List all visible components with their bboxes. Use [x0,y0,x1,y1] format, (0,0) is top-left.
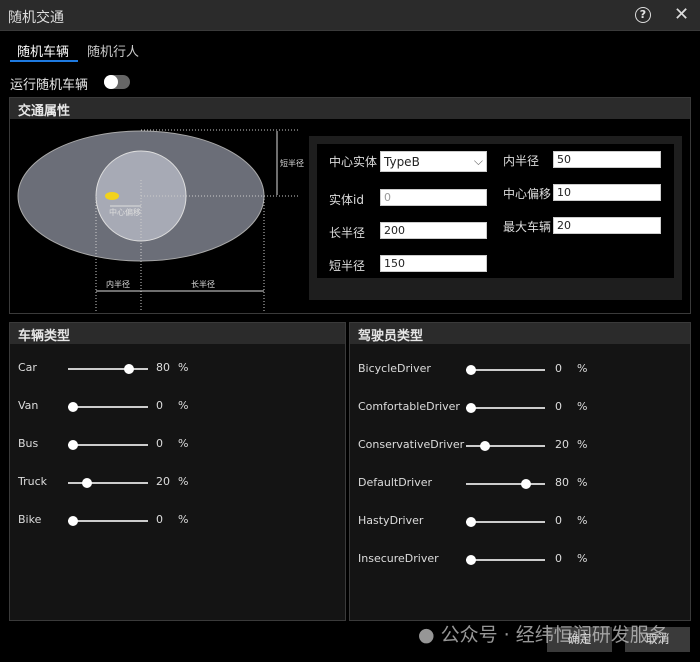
driver-bicycledriver-slider[interactable] [466,365,545,375]
watermark-text: 公众号 · 经纬恒润研发服务 [440,624,668,646]
driver-hastydriver-slider-thumb[interactable] [466,517,476,527]
watermark: ● 公众号 · 经纬恒润研发服务 [418,620,668,647]
title-bar [0,0,700,31]
chevron-down-icon: ⌵ [473,154,483,168]
driver-defaultdriver-unit: % [577,476,588,489]
wechat-icon: ● [418,624,435,646]
entity-id-input[interactable]: 0 [380,189,487,206]
vehicle-van-unit: % [178,399,189,412]
max-vehicles-label: 最大车辆 [503,220,552,234]
driver-comfortabledriver-slider-thumb[interactable] [466,403,476,413]
vehicle-bus-value: 0 [156,437,163,450]
vehicle-van-slider-thumb[interactable] [68,402,78,412]
driver-bicycledriver-unit: % [577,362,588,375]
short-radius-dim-label: 短半径 [280,159,304,168]
driver-insecuredriver-unit: % [577,552,588,565]
vehicle-bike-value: 0 [156,513,163,526]
long-radius-dim-label: 长半径 [191,280,215,289]
driver-bicycledriver-label: BicycleDriver [358,362,431,375]
driver-bicycledriver-value: 0 [555,362,562,375]
center-offset-input[interactable]: 10 [553,184,661,201]
active-tab-indicator [10,60,78,62]
vehicle-bus-unit: % [178,437,189,450]
center-offset-label: 中心偏移 [503,187,552,201]
vehicle-car-unit: % [178,361,189,374]
center-entity-select[interactable]: TypeB ⌵ [380,151,487,172]
short-radius-input[interactable]: 150 [380,255,487,272]
driver-comfortabledriver-unit: % [577,400,588,413]
vehicle-van-slider[interactable] [68,402,148,412]
run-random-vehicles-label: 运行随机车辆 [10,78,89,93]
driver-conservativedriver-value: 20 [555,438,569,451]
vehicle-truck-slider-thumb[interactable] [82,478,92,488]
vehicle-car-slider-thumb[interactable] [124,364,134,374]
driver-conservativedriver-slider[interactable] [466,441,545,451]
help-icon[interactable]: ? [635,7,651,23]
car-icon [105,192,119,200]
vehicle-truck-unit: % [178,475,189,488]
vehicle-bike-unit: % [178,513,189,526]
vehicle-bike-label: Bike [18,513,42,526]
inner-radius-dim-label: 内半径 [106,280,130,289]
close-icon[interactable]: ✕ [674,4,689,25]
driver-insecuredriver-label: InsecureDriver [358,552,439,565]
driver-hastydriver-label: HastyDriver [358,514,424,527]
vehicle-bike-slider[interactable] [68,516,148,526]
vehicle-truck-slider[interactable] [68,478,148,488]
vehicle-car-value: 80 [156,361,170,374]
long-radius-label: 长半径 [329,226,366,240]
driver-insecuredriver-slider[interactable] [466,555,545,565]
short-radius-label: 短半径 [329,259,366,273]
vehicle-car-label: Car [18,361,37,374]
vehicle-bike-slider-thumb[interactable] [68,516,78,526]
driver-defaultdriver-value: 80 [555,476,569,489]
inner-radius-input[interactable]: 50 [553,151,661,168]
driver-insecuredriver-slider-thumb[interactable] [466,555,476,565]
run-random-vehicles-toggle[interactable] [104,75,130,89]
driver-insecuredriver-value: 0 [555,552,562,565]
vehicle-truck-label: Truck [18,475,48,488]
driver-comfortabledriver-slider[interactable] [466,403,545,413]
long-radius-input[interactable]: 200 [380,222,487,239]
driver-comfortabledriver-value: 0 [555,400,562,413]
tab-random-pedestrians[interactable]: 随机行人 [87,41,139,60]
center-entity-label: 中心实体 [329,155,378,169]
driver-bicycledriver-slider-thumb[interactable] [466,365,476,375]
driver-hastydriver-value: 0 [555,514,562,527]
vehicle-bus-slider[interactable] [68,440,148,450]
center-entity-value: TypeB [384,155,420,169]
vehicle-car-slider[interactable] [68,364,148,374]
center-offset-dim-label: 中心偏移 [109,208,141,217]
driver-types-title: 驾驶员类型 [350,323,690,344]
max-vehicles-input[interactable]: 20 [553,217,661,234]
vehicle-truck-value: 20 [156,475,170,488]
traffic-properties-title: 交通属性 [10,98,690,119]
driver-defaultdriver-slider[interactable] [466,479,545,489]
inner-radius-label: 内半径 [503,154,540,168]
radius-diagram [17,129,298,312]
driver-comfortabledriver-label: ComfortableDriver [358,400,460,413]
driver-conservativedriver-unit: % [577,438,588,451]
vehicle-bus-slider-thumb[interactable] [68,440,78,450]
tab-random-vehicles[interactable]: 随机车辆 [17,41,69,60]
driver-hastydriver-slider[interactable] [466,517,545,527]
vehicle-bus-label: Bus [18,437,39,450]
driver-hastydriver-unit: % [577,514,588,527]
driver-conservativedriver-slider-thumb[interactable] [479,441,490,451]
driver-defaultdriver-label: DefaultDriver [358,476,433,489]
window-title: 随机交通 [8,10,64,26]
entity-id-label: 实体id [329,193,364,207]
vehicle-van-value: 0 [156,399,163,412]
driver-conservativedriver-label: ConservativeDriver [358,438,465,451]
vehicle-types-title: 车辆类型 [10,323,345,344]
vehicle-van-label: Van [18,399,39,412]
